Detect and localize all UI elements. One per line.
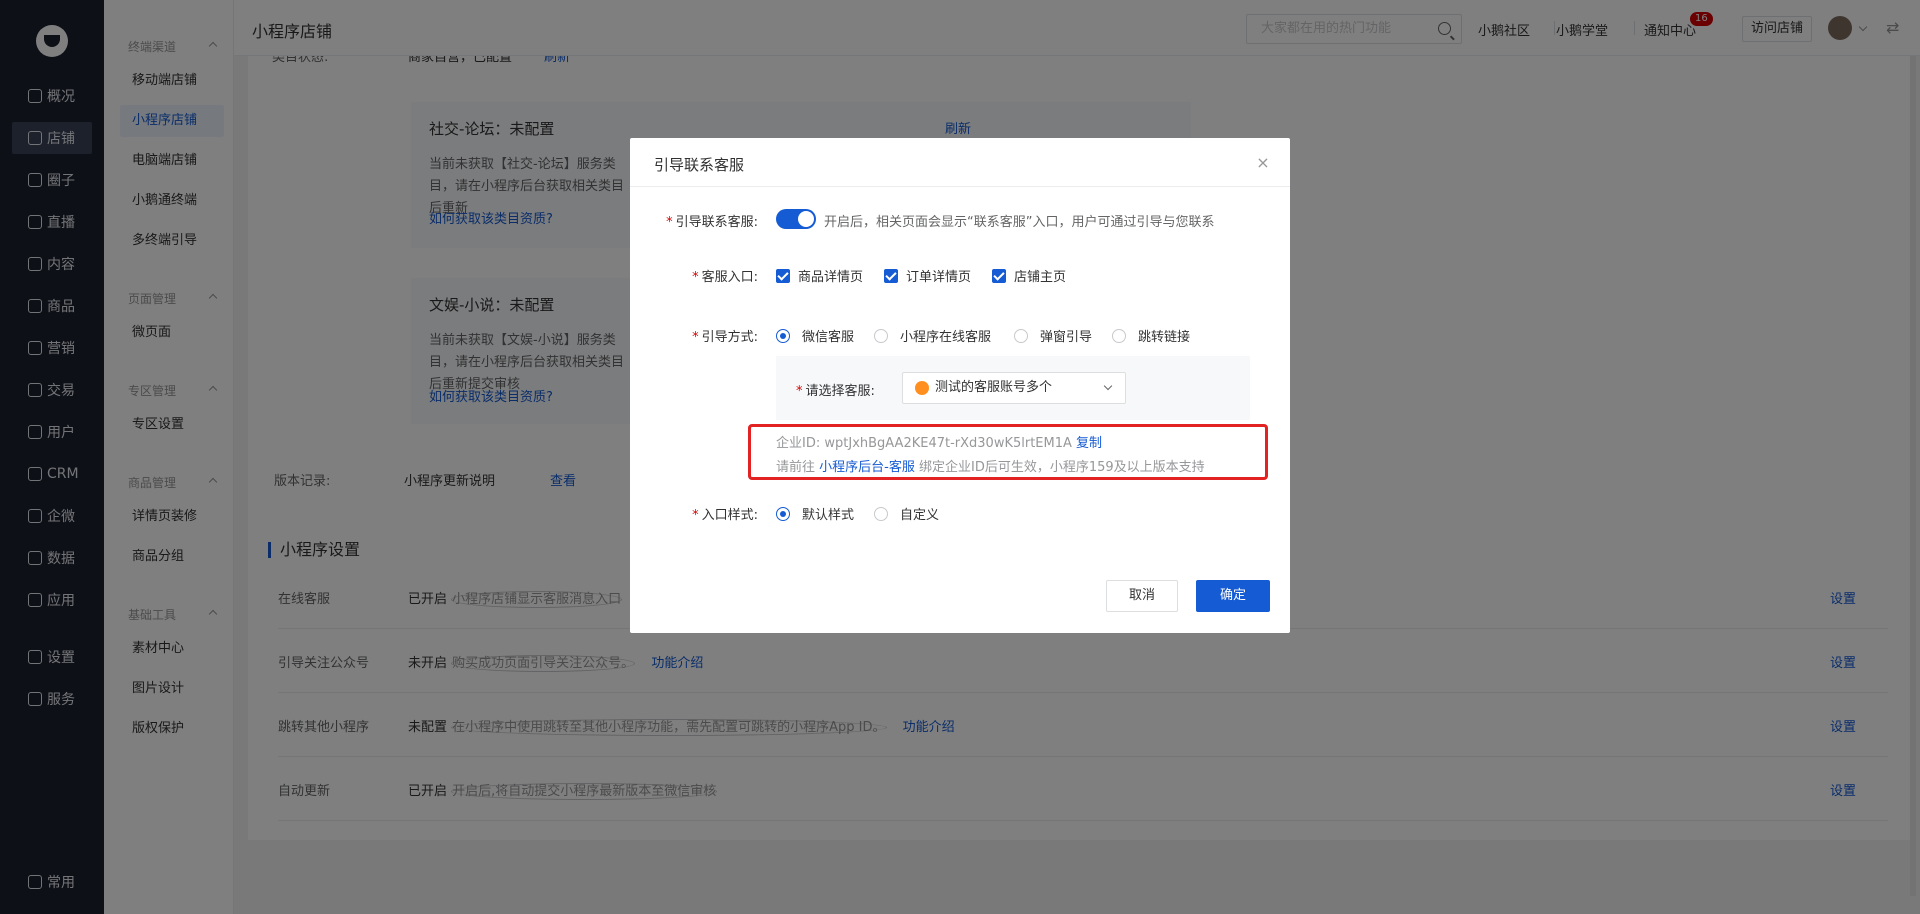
style-radio-custom[interactable]: 自定义 — [874, 504, 939, 523]
method-radio-link[interactable]: 跳转链接 — [1112, 326, 1190, 345]
service-account-icon — [915, 381, 929, 395]
copy-link[interactable]: 复制 — [1076, 436, 1102, 451]
bind-hint: 请前往 小程序后台-客服 绑定企业ID后可生效，小程序159及以上版本支持 — [776, 460, 1205, 475]
close-icon[interactable]: × — [1256, 155, 1270, 171]
service-select[interactable]: 测试的客服账号多个 — [902, 372, 1126, 404]
divider — [630, 186, 1290, 187]
enterprise-id: 企业ID: wptJxhBgAA2KE47t-rXd30wK5lrtEM1A 复… — [776, 436, 1103, 451]
entry-style-label: * 入口样式: — [692, 508, 758, 523]
radio-icon — [1112, 328, 1126, 343]
chevron-down-icon — [1103, 381, 1113, 391]
checkbox-checked-icon — [776, 268, 790, 283]
radio-selected-icon — [776, 506, 790, 521]
dialog-title: 引导联系客服 — [654, 156, 745, 174]
contact-service-dialog: 引导联系客服 × * 引导联系客服: 开启后，相关页面会显示“联系客服”入口，用户… — [630, 138, 1290, 633]
checkbox-checked-icon — [992, 268, 1006, 283]
entry-checkbox-goods-detail[interactable]: 商品详情页 — [776, 266, 863, 285]
guide-service-hint: 开启后，相关页面会显示“联系客服”入口，用户可通过引导与您联系 — [824, 215, 1215, 230]
miniprogram-admin-link[interactable]: 小程序后台-客服 — [819, 460, 915, 475]
radio-icon — [1014, 328, 1028, 343]
cancel-button[interactable]: 取消 — [1106, 580, 1178, 612]
method-radio-popup[interactable]: 弹窗引导 — [1014, 326, 1092, 345]
guide-method-label: * 引导方式: — [692, 330, 758, 345]
entry-checkbox-order-detail[interactable]: 订单详情页 — [884, 266, 971, 285]
method-radio-online[interactable]: 小程序在线客服 — [874, 326, 991, 345]
radio-icon — [874, 328, 888, 343]
entry-checkbox-store-home[interactable]: 店铺主页 — [992, 266, 1066, 285]
guide-service-toggle[interactable] — [776, 209, 816, 229]
checkbox-checked-icon — [884, 268, 898, 283]
method-radio-wechat[interactable]: 微信客服 — [776, 326, 854, 345]
guide-service-label: * 引导联系客服: — [666, 215, 758, 230]
entry-label: * 客服入口: — [692, 270, 758, 285]
radio-selected-icon — [776, 328, 790, 343]
radio-icon — [874, 506, 888, 521]
style-radio-default[interactable]: 默认样式 — [776, 504, 854, 523]
confirm-button[interactable]: 确定 — [1196, 580, 1270, 612]
select-service-label: * 请选择客服: — [796, 384, 875, 399]
